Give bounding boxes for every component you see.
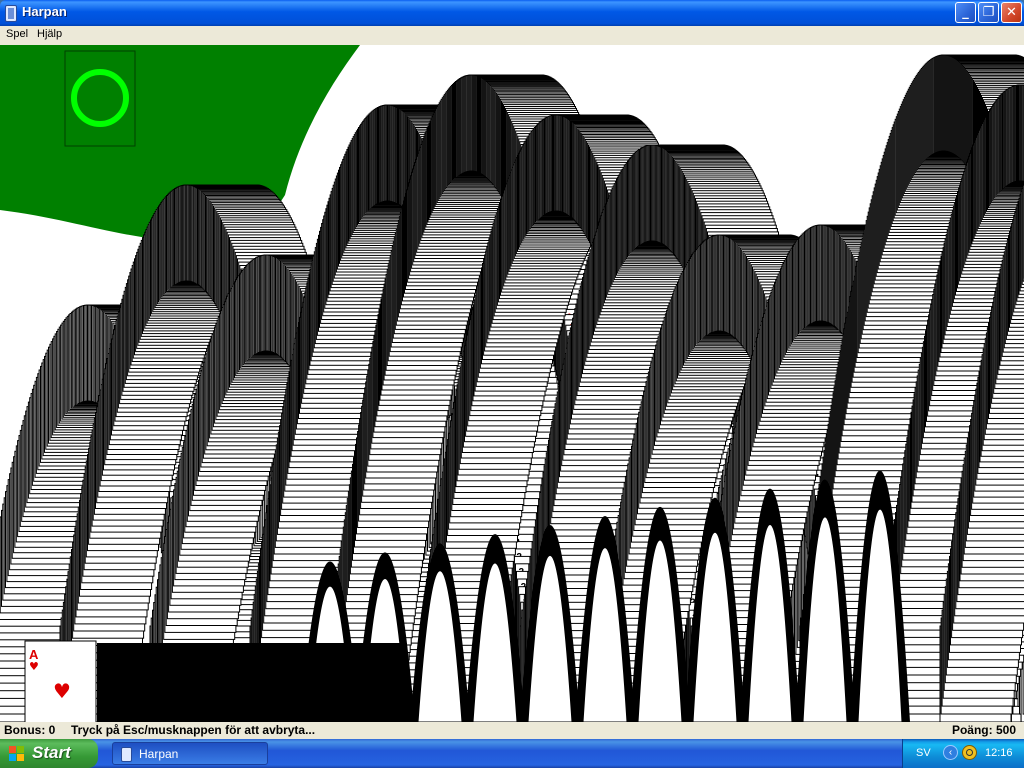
status-score: Poäng: 500 bbox=[952, 723, 1016, 737]
taskbar-button-harpan[interactable]: Harpan bbox=[112, 742, 268, 765]
status-bonus: Bonus: 0 bbox=[4, 723, 55, 737]
system-tray: SV ‹ 12:16 bbox=[902, 739, 1024, 768]
maximize-button[interactable]: ❐ bbox=[978, 2, 999, 23]
card-center-suit: ♥ bbox=[53, 679, 71, 703]
menu-bar: Spel Hjälp bbox=[0, 26, 1024, 45]
network-icon[interactable] bbox=[962, 745, 977, 760]
menu-item-spel[interactable]: Spel bbox=[6, 28, 28, 40]
start-button[interactable]: Start bbox=[0, 739, 98, 768]
close-button[interactable]: ✕ bbox=[1001, 2, 1022, 23]
windows-logo-icon bbox=[9, 746, 24, 761]
status-message: Tryck på Esc/musknappen för att avbryta.… bbox=[71, 723, 315, 737]
status-bar: Bonus: 0 Tryck på Esc/musknappen för att… bbox=[0, 722, 1024, 739]
spider-solitaire-icon bbox=[121, 747, 132, 762]
minimize-icon: _ bbox=[962, 5, 969, 20]
taskbar-button-label: Harpan bbox=[139, 747, 178, 761]
taskbar: Start Harpan SV ‹ 12:16 bbox=[0, 739, 1024, 768]
minimize-button[interactable]: _ bbox=[955, 2, 976, 23]
spider-solitaire-icon bbox=[5, 5, 17, 22]
clock: 12:16 bbox=[985, 747, 1013, 759]
window-title: Harpan bbox=[22, 4, 67, 19]
close-icon: ✕ bbox=[1006, 5, 1017, 20]
menu-item-hjalp[interactable]: Hjälp bbox=[37, 28, 62, 40]
card-suit: ♥ bbox=[29, 660, 39, 673]
card-cascade-canvas: AAAAAAAAAAAAAAAAAAAAAAAAAAAAAAAAAAAAAAAA… bbox=[0, 45, 1024, 722]
start-label: Start bbox=[32, 743, 71, 763]
show-hidden-icons-icon[interactable]: ‹ bbox=[943, 745, 958, 760]
restore-icon: ❐ bbox=[983, 5, 995, 20]
language-indicator[interactable]: SV bbox=[916, 747, 931, 759]
title-bar: Harpan _ ❐ ✕ bbox=[0, 0, 1024, 26]
game-area[interactable]: AAAAAAAAAAAAAAAAAAAAAAAAAAAAAAAAAAAAAAAA… bbox=[0, 45, 1024, 722]
